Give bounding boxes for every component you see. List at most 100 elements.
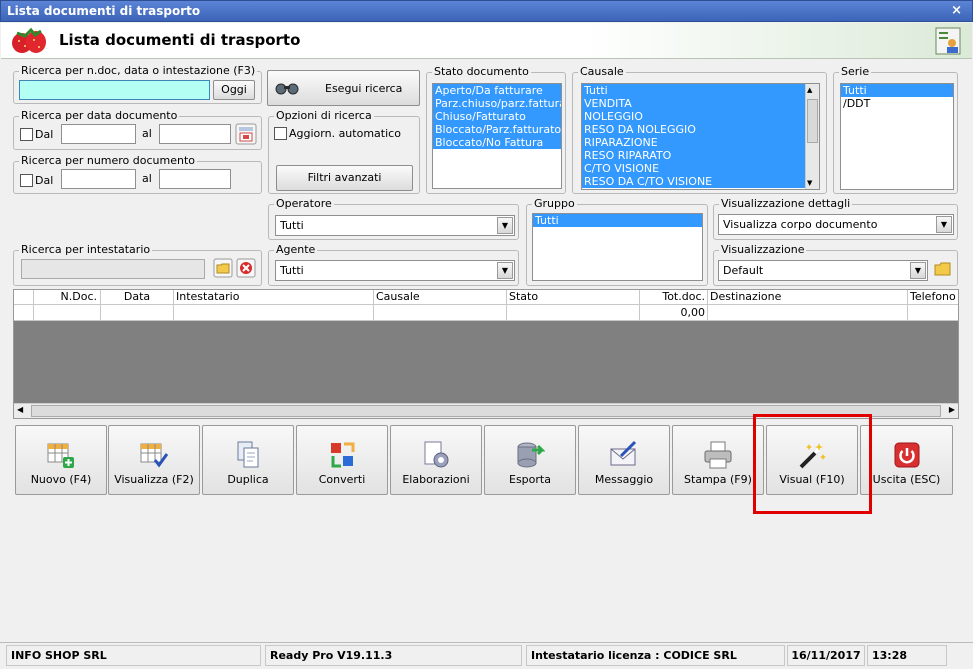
clear-icon[interactable] [236, 258, 256, 278]
scroll-left-icon[interactable]: ◀ [17, 405, 23, 414]
convert-button[interactable]: Converti [296, 425, 388, 495]
scroll-up-icon[interactable]: ▲ [807, 86, 812, 94]
number-to-input[interactable] [159, 169, 231, 189]
operator-label: Operatore [274, 197, 334, 210]
date-to-input[interactable] [159, 124, 231, 144]
window-titlebar: Lista documenti di trasporto × [0, 0, 973, 22]
duplicate-button[interactable]: Duplica [202, 425, 294, 495]
chevron-down-icon[interactable]: ▼ [936, 216, 952, 233]
agent-select[interactable]: Tutti ▼ [275, 260, 515, 281]
view-document-icon [140, 443, 169, 468]
list-item[interactable]: NOLEGGIO [582, 110, 819, 123]
scroll-right-icon[interactable]: ▶ [949, 405, 955, 414]
view-button-label: Visualizza (F2) [114, 473, 194, 486]
list-item[interactable]: Chiuso/Fatturato [433, 110, 561, 123]
new-document-icon [47, 443, 74, 468]
new-button[interactable]: Nuovo (F4) [15, 425, 107, 495]
chevron-down-icon[interactable]: ▼ [497, 262, 513, 279]
causale-scrollbar[interactable]: ▲ ▼ [805, 84, 819, 189]
column-header[interactable]: Data [101, 290, 174, 304]
list-item[interactable]: Bloccato/Parz.fatturato [433, 123, 561, 136]
list-item[interactable]: RESO DA NOLEGGIO [582, 123, 819, 136]
grid-total-row[interactable]: 0,00 [14, 305, 958, 321]
column-header[interactable]: Destinazione [708, 290, 908, 304]
serie-list[interactable]: Tutti/DDT [840, 83, 954, 190]
search-text-input[interactable] [19, 80, 210, 100]
detail-view-value: Visualizza corpo documento [723, 218, 878, 231]
number-from-label: Dal [35, 174, 54, 187]
scroll-thumb[interactable] [807, 99, 818, 143]
grid-cell [374, 305, 507, 320]
document-status-list[interactable]: Aperto/Da fatturare Parz.chiuso/parz.fatt… [432, 83, 562, 189]
list-item[interactable]: RIPARAZIONE [582, 136, 819, 149]
column-header[interactable]: Causale [374, 290, 507, 304]
operator-group: Operatore Tutti ▼ [268, 197, 519, 240]
document-status-label: Stato documento [432, 65, 531, 78]
calendar-icon[interactable] [235, 123, 257, 145]
list-item[interactable]: /DDT [841, 97, 953, 110]
chevron-down-icon[interactable]: ▼ [910, 262, 926, 279]
processing-button[interactable]: Elaborazioni [390, 425, 482, 495]
view-label: Visualizzazione [719, 243, 807, 256]
exit-button[interactable]: Uscita (ESC) [860, 425, 953, 495]
scroll-down-icon[interactable]: ▼ [807, 179, 812, 187]
grid-cell [708, 305, 908, 320]
number-from-input[interactable] [61, 169, 136, 189]
view-select[interactable]: Default ▼ [718, 260, 928, 281]
folder-icon[interactable] [933, 259, 953, 279]
grid-cell [34, 305, 101, 320]
convert-icon [331, 442, 355, 468]
folder-icon[interactable] [213, 258, 233, 278]
column-header[interactable]: Tot.doc. [640, 290, 708, 304]
message-button[interactable]: Messaggio [578, 425, 670, 495]
list-item[interactable]: Aperto/Da fatturare [433, 84, 561, 97]
search-number-label: Ricerca per numero documento [19, 154, 198, 167]
list-item[interactable]: RESO DA C/TO VISIONE [582, 175, 819, 188]
power-icon [894, 442, 919, 468]
duplicate-icon [237, 441, 259, 468]
column-header[interactable]: Telefono [908, 290, 958, 304]
column-header[interactable]: N.Doc. [34, 290, 101, 304]
binoculars-icon [275, 83, 299, 95]
column-header[interactable]: Stato [507, 290, 640, 304]
list-item[interactable]: Bloccato/No Fattura [433, 136, 561, 149]
list-item[interactable]: C/TO VISIONE [582, 162, 819, 175]
list-item[interactable]: Tutti [841, 84, 953, 97]
today-button[interactable]: Oggi [213, 80, 255, 100]
print-button[interactable]: Stampa (F9) [672, 425, 764, 495]
date-to-label: al [142, 127, 152, 140]
detail-view-label: Visualizzazione dettagli [719, 197, 853, 210]
causale-list[interactable]: Tutti VENDITA NOLEGGIO RESO DA NOLEGGIO RIPA… [581, 83, 820, 190]
status-time: 13:28 [867, 645, 947, 666]
chevron-down-icon[interactable]: ▼ [497, 217, 513, 234]
list-item[interactable]: VENDITA [582, 97, 819, 110]
export-button[interactable]: Esporta [484, 425, 576, 495]
close-icon[interactable]: × [951, 3, 962, 18]
search-options-group: Opzioni di ricerca Aggiorn. automatico F… [268, 109, 420, 194]
operator-select[interactable]: Tutti ▼ [275, 215, 515, 236]
advanced-filters-button[interactable]: Filtri avanzati [276, 165, 413, 191]
date-from-checkbox[interactable] [20, 128, 33, 141]
group-list[interactable]: Tutti [532, 213, 703, 281]
documents-grid[interactable]: N.Doc. Data Intestatario Causale Stato T… [13, 289, 959, 419]
view-value: Default [723, 264, 764, 277]
agent-label: Agente [274, 243, 318, 256]
execute-search-button[interactable]: Esegui ricerca [267, 70, 420, 106]
processing-icon [424, 441, 449, 468]
list-item[interactable]: RESO RIPARATO [582, 149, 819, 162]
detail-view-select[interactable]: Visualizza corpo documento ▼ [718, 214, 954, 235]
list-item[interactable]: Tutti [582, 84, 819, 97]
date-from-label: Dal [35, 128, 54, 141]
number-from-checkbox[interactable] [20, 174, 33, 187]
list-item[interactable]: Tutti [533, 214, 702, 227]
column-header[interactable]: Intestatario [174, 290, 374, 304]
serie-group: Serie Tutti/DDT [833, 65, 958, 194]
number-to-label: al [142, 172, 152, 185]
date-from-input[interactable] [61, 124, 136, 144]
user-card-icon[interactable] [934, 26, 962, 56]
holder-input[interactable] [21, 259, 205, 279]
view-button[interactable]: Visualizza (F2) [108, 425, 200, 495]
list-item[interactable]: Parz.chiuso/parz.fatturato [433, 97, 561, 110]
auto-update-checkbox[interactable] [274, 127, 287, 140]
search-date-label: Ricerca per data documento [19, 109, 180, 122]
